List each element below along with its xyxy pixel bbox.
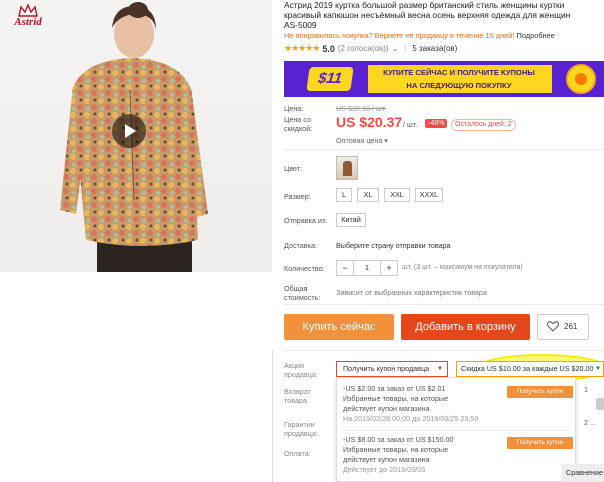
current-price: US $20.37	[336, 114, 403, 130]
rating-row: ★★★★★ 5.0 (2 голоса(ов)) ⌄ | 5 заказа(ов…	[284, 43, 457, 54]
total-label: Общая стоимость:	[284, 284, 321, 302]
delivery-value[interactable]: Выберите страну отправки товара	[336, 241, 451, 250]
coupon-item: -US $2.00 за заказ от US $2.01 Избранные…	[343, 384, 573, 424]
days-left-badge: Осталось дней: 2	[451, 119, 516, 131]
divider	[272, 350, 273, 482]
price-unit: / шт.	[403, 120, 418, 129]
coupon-dropdown: -US $2.00 за заказ от US $2.01 Избранные…	[336, 377, 576, 482]
divider	[284, 149, 604, 150]
coin-icon	[566, 64, 596, 94]
ship-from-label: Отправка из:	[284, 216, 328, 225]
divider	[284, 350, 604, 351]
product-photo[interactable]: Astrid	[0, 0, 272, 272]
store-promo-label: Акция продавца:	[284, 361, 318, 379]
return-label: Возврат товара	[284, 387, 311, 405]
wishlist-button[interactable]: 261	[537, 314, 589, 340]
rating-caret-icon[interactable]: ⌄	[392, 44, 399, 53]
compare-tab[interactable]: Сравнение	[562, 464, 604, 482]
guarantee-label: Гарантии продавца:	[284, 420, 318, 438]
size-option-l[interactable]: L	[336, 188, 352, 202]
get-coupon-button[interactable]: Получить купон	[507, 437, 573, 449]
old-price: US $39.18 / шт.	[336, 104, 387, 113]
video-play-button[interactable]	[112, 114, 146, 148]
quantity-stepper: − 1 +	[336, 260, 398, 276]
coupon-item: -US $8.00 за заказ от US $150.00 Избранн…	[343, 435, 573, 475]
color-label: Цвет:	[284, 164, 303, 173]
price-label: Цена:	[284, 104, 304, 113]
banner-amount: $11	[306, 67, 354, 91]
orders-count: 5 заказа(ов)	[412, 44, 458, 53]
partial-text: 1	[584, 385, 588, 394]
quantity-plus-button[interactable]: +	[381, 261, 397, 275]
size-option-xxxl[interactable]: XXXL	[415, 188, 443, 202]
heart-icon	[547, 321, 559, 332]
promo-banner[interactable]: $11 КУПИТЕ СЕЙЧАС И ПОЛУЧИТЕ КУПОНЫ НА С…	[284, 61, 604, 97]
divider	[341, 430, 571, 431]
buyer-protection-line: Не понравилась покупка? Вернете её прода…	[284, 31, 555, 40]
quantity-input[interactable]: 1	[353, 261, 381, 275]
discount-badge: -48%	[425, 119, 448, 128]
total-value: Зависит от выбранных характеристик товар…	[336, 288, 487, 297]
size-label: Размер:	[284, 192, 311, 201]
wholesale-price-link[interactable]: Оптовая цена ▾	[336, 136, 388, 145]
chevron-down-icon: ▼	[595, 366, 601, 372]
divider: |	[404, 44, 407, 53]
chevron-down-icon: ▼	[437, 366, 443, 372]
size-option-xxl[interactable]: XXL	[384, 188, 410, 202]
color-swatch[interactable]	[336, 156, 358, 180]
size-option-xl[interactable]: XL	[357, 188, 379, 202]
rating-value: 5.0	[322, 43, 335, 54]
ship-from-option[interactable]: Китай	[336, 213, 366, 227]
payment-label: Оплата:	[284, 449, 311, 458]
delivery-label: Доставка:	[284, 241, 317, 250]
discount-price-label: Цена со скидкой:	[284, 115, 313, 133]
details-link[interactable]: Подробнее	[517, 31, 555, 40]
wishlist-count: 261	[564, 322, 578, 331]
store-coupon-select[interactable]: Получить купон продавца ▼	[336, 361, 448, 377]
rating-votes[interactable]: (2 голоса(ов))	[338, 44, 389, 53]
quantity-note: шт. (3 шт. – максимум на покупателя)	[402, 264, 523, 271]
divider	[284, 304, 604, 305]
add-to-cart-button[interactable]: Добавить в корзину	[401, 314, 530, 340]
quantity-label: Количество:	[284, 264, 325, 273]
get-coupon-button[interactable]: Получить купон	[507, 386, 573, 398]
partial-text: 2 ...	[584, 418, 596, 427]
banner-text: КУПИТЕ СЕЙЧАС И ПОЛУЧИТЕ КУПОНЫ НА СЛЕДУ…	[383, 68, 535, 90]
quantity-minus-button[interactable]: −	[337, 261, 353, 275]
buy-now-button[interactable]: Купить сейчас	[284, 314, 394, 340]
store-discount-select[interactable]: Скидка US $10.00 за каждые US $20.00 ▼	[456, 361, 604, 377]
product-title: Астрид 2019 куртка большой размер британ…	[284, 0, 571, 30]
scrollbar[interactable]	[596, 398, 604, 410]
rating-stars: ★★★★★	[284, 43, 320, 53]
